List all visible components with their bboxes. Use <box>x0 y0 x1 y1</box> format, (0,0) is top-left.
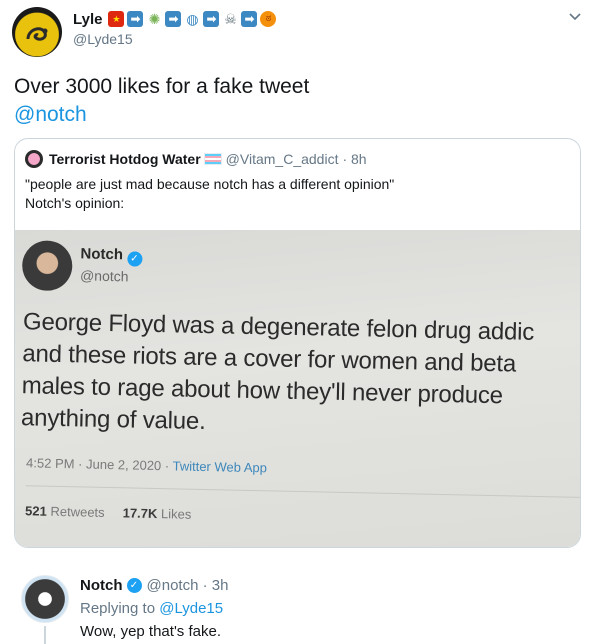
photo-retweets-label: Retweets <box>50 503 105 520</box>
photo-timestamp: 4:52 PM · June 2, 2020 · Twitter Web App <box>26 455 267 475</box>
author-name-row: Lyle ★ ➡ ✺ ➡ ◍ ➡ ☠ ➡ ಠ <box>73 9 277 29</box>
replying-to-label: Replying to <box>80 600 156 617</box>
quoted-tweet-text-line1: "people are just mad because notch has a… <box>25 176 395 192</box>
quoted-author-name: Terrorist Hotdog Water <box>49 151 201 167</box>
quoted-tweet-header: Terrorist Hotdog Water @Vitam_C_addict ·… <box>25 149 367 169</box>
photo-likes-count: 17.7K <box>122 505 158 522</box>
quoted-tweet-card[interactable]: Terrorist Hotdog Water @Vitam_C_addict ·… <box>14 138 581 548</box>
quoted-tweet-text-line2: Notch's opinion: <box>25 195 125 211</box>
reply-text: Wow, yep that's fake. <box>80 623 221 640</box>
globe-icon: ◍ <box>186 11 199 27</box>
replying-to: Replying to @Lyde15 <box>80 600 223 617</box>
photo-avatar <box>21 240 73 292</box>
quoted-author-handle: @Vitam_C_addict <box>225 151 339 167</box>
reply-header: Notch ✓ @notch · 3h <box>80 577 228 594</box>
tweet-text: Over 3000 likes for a fake tweet <box>14 75 310 98</box>
verified-badge-icon: ✓ <box>126 251 143 267</box>
right-arrow-icon: ➡ <box>127 11 144 27</box>
right-arrow-icon: ➡ <box>241 11 258 27</box>
photo-text-line: anything of value. <box>20 404 206 436</box>
photo-author-name: Notch ✓ <box>80 245 143 267</box>
mention-link[interactable]: @notch <box>14 101 87 129</box>
author-handle[interactable]: @Lyde15 <box>73 31 133 47</box>
skull-crossbones-icon: ☠ <box>224 11 237 27</box>
verified-badge-icon: ✓ <box>126 578 142 593</box>
transgender-flag-icon <box>203 153 222 165</box>
author-display-name[interactable]: Lyle <box>73 11 102 28</box>
photo-retweets-count: 521 <box>24 503 47 519</box>
microbe-icon: ✺ <box>148 11 161 27</box>
quoted-tweet-time: · 8h <box>342 151 367 167</box>
reply-author-avatar[interactable] <box>21 575 69 623</box>
reply-tweet[interactable]: Notch ✓ @notch · 3h Replying to @Lyde15 … <box>0 562 604 644</box>
photo-meta-text: 4:52 PM · June 2, 2020 · <box>25 455 173 474</box>
quoted-tweet-photo[interactable]: Notch ✓ @notch George Floyd was a degener… <box>15 230 580 547</box>
chevron-down-icon[interactable] <box>568 10 582 24</box>
main-tweet: Lyle ★ ➡ ✺ ➡ ◍ ➡ ☠ ➡ ಠ @Lyde15 Over 3000… <box>0 0 604 560</box>
thread-line <box>44 626 46 644</box>
reply-author-name[interactable]: Notch <box>80 577 123 594</box>
photo-stats: 521 Retweets 17.7K Likes <box>25 503 192 521</box>
photo-app-name: Twitter Web App <box>172 458 268 476</box>
right-arrow-icon: ➡ <box>203 11 220 27</box>
photo-screenshot-content: Notch ✓ @notch George Floyd was a degener… <box>15 230 580 547</box>
user-avatar[interactable] <box>12 7 62 57</box>
quoted-author-avatar <box>25 150 43 168</box>
snake-flag-icon <box>26 27 48 41</box>
photo-author-name-text: Notch <box>80 245 124 264</box>
replying-to-handle[interactable]: @Lyde15 <box>159 600 223 617</box>
angry-face-icon: ಠ <box>260 11 277 27</box>
photo-author-handle: @notch <box>79 267 129 285</box>
reply-handle-time[interactable]: @notch · 3h <box>147 577 229 594</box>
china-flag-icon: ★ <box>108 11 125 27</box>
photo-likes-label: Likes <box>160 506 192 522</box>
photo-divider <box>25 485 580 499</box>
photo-text-line: males to rage about how they'll never pr… <box>21 372 504 410</box>
right-arrow-icon: ➡ <box>165 11 182 27</box>
